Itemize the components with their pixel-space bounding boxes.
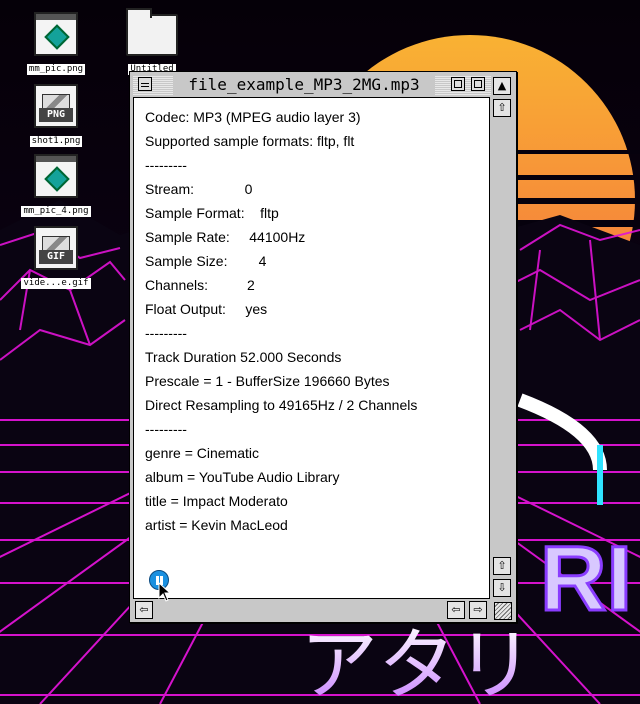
desktop-icon-folder[interactable]: Untitled — [104, 8, 200, 75]
info-line: Direct Resampling to 49165Hz / 2 Channel… — [145, 397, 418, 413]
info-line: Sample Size: 4 — [145, 253, 267, 269]
info-line: Float Output: yes — [145, 301, 268, 317]
desktop-icon-label: shot1.png — [29, 136, 83, 147]
desktop-icon-label: mm_pic.png — [26, 64, 86, 75]
info-line: Prescale = 1 - BufferSize 196660 Bytes — [145, 373, 390, 389]
info-line: --------- — [145, 421, 187, 437]
info-line: genre = Cinematic — [145, 445, 260, 461]
info-line: Codec: MP3 (MPEG audio layer 3) — [145, 109, 361, 125]
vertical-scrollbar[interactable]: ▲ ⇧ ⇧ ⇩ — [492, 75, 512, 599]
zoom-box-button[interactable] — [451, 77, 465, 91]
png-file-icon: PNG — [34, 84, 78, 128]
scroll-up-arrow-icon[interactable]: ▲ — [493, 77, 511, 95]
diamond-file-icon — [34, 12, 78, 56]
scroll-top-arrow-icon[interactable]: ⇧ — [493, 99, 511, 117]
desktop-icon-label: vide...e.gif — [21, 278, 91, 289]
window-titlebar[interactable]: file_example_MP3_2MG.mp3 — [133, 75, 491, 95]
info-line: album = YouTube Audio Library — [145, 469, 340, 485]
scroll-right-arrow-icon[interactable]: ⇨ — [469, 601, 487, 619]
horizontal-scrollbar[interactable]: ⇦ ⇦ ⇨ — [133, 600, 490, 620]
wallpaper-katakana: アタリ — [300, 621, 534, 704]
info-line: Sample Format: fltp — [145, 205, 279, 221]
info-window: file_example_MP3_2MG.mp3 Codec: MP3 (MPE… — [129, 71, 517, 623]
info-line: --------- — [145, 157, 187, 173]
info-line: Track Duration 52.000 Seconds — [145, 349, 342, 365]
desktop-icon-label: mm_pic_4.png — [21, 206, 91, 217]
info-line: Supported sample formats: fltp, flt — [145, 133, 355, 149]
info-line: Channels: 2 — [145, 277, 255, 293]
gif-file-icon: GIF — [34, 226, 78, 270]
diamond-file-icon — [34, 154, 78, 198]
collapse-box-button[interactable] — [471, 77, 485, 91]
scroll-down-arrow-icon[interactable]: ⇩ — [493, 579, 511, 597]
info-line: title = Impact Moderato — [145, 493, 288, 509]
resize-grip-icon[interactable] — [494, 602, 512, 620]
info-line: Sample Rate: 44100Hz — [145, 229, 306, 245]
scroll-left-step-icon[interactable]: ⇦ — [447, 601, 465, 619]
info-line: Stream: 0 — [145, 181, 253, 197]
scroll-left-arrow-icon[interactable]: ⇦ — [135, 601, 153, 619]
desktop-icon-video-gif[interactable]: GIF vide...e.gif — [8, 226, 104, 289]
folder-icon — [126, 8, 178, 56]
window-title: file_example_MP3_2MG.mp3 — [173, 75, 435, 95]
desktop-icon-shot1[interactable]: PNG shot1.png — [8, 84, 104, 147]
info-line: artist = Kevin MacLeod — [145, 517, 288, 533]
close-box-button[interactable] — [138, 77, 152, 91]
scroll-up-step-icon[interactable]: ⇧ — [493, 557, 511, 575]
wallpaper-logo-text: RI — [540, 528, 632, 630]
info-text-area: Codec: MP3 (MPEG audio layer 3) Supporte… — [133, 97, 490, 599]
mouse-cursor-icon — [158, 582, 172, 602]
desktop-icon-mm-pic-4[interactable]: mm_pic_4.png — [8, 154, 104, 217]
desktop-icon-mm-pic[interactable]: mm_pic.png — [8, 12, 104, 75]
info-line: --------- — [145, 325, 187, 341]
